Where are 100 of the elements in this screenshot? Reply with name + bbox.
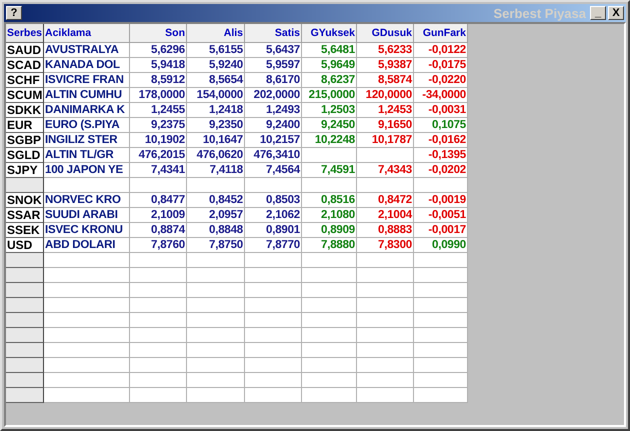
table-cell: 1,2493 xyxy=(245,103,302,118)
table-cell: EUR xyxy=(6,118,44,133)
table-cell: 0,0990 xyxy=(414,238,468,253)
table-cell: 5,6233 xyxy=(357,43,414,58)
table-cell: -0,0017 xyxy=(414,223,468,238)
help-button[interactable]: ? xyxy=(6,6,22,20)
table-cell: 9,2375 xyxy=(130,118,187,133)
table-cell: 10,1647 xyxy=(187,133,245,148)
column-header[interactable]: GunFark xyxy=(414,24,468,43)
table-cell: 0,8874 xyxy=(130,223,187,238)
column-header[interactable]: Satis xyxy=(245,24,302,43)
table-cell: SCAD xyxy=(6,58,44,73)
table-cell: 154,0000 xyxy=(187,88,245,103)
table-cell: SCUM xyxy=(6,88,44,103)
table-cell: 8,5654 xyxy=(187,73,245,88)
table-cell: 9,2400 xyxy=(245,118,302,133)
table-cell: 7,8760 xyxy=(130,238,187,253)
table-cell: 0,1075 xyxy=(414,118,468,133)
table-cell: 1,2453 xyxy=(357,103,414,118)
row-header xyxy=(6,358,44,373)
table-cell: -34,0000 xyxy=(414,88,468,103)
table-cell: 7,8880 xyxy=(302,238,357,253)
table-cell: 7,4564 xyxy=(245,163,302,178)
table-cell: 5,6437 xyxy=(245,43,302,58)
table-cell: 5,9597 xyxy=(245,58,302,73)
table-cell: 215,0000 xyxy=(302,88,357,103)
table-cell: 476,3410 xyxy=(245,148,302,163)
table-cell: SAUD xyxy=(6,43,44,58)
table-cell: 7,8770 xyxy=(245,238,302,253)
row-header xyxy=(6,388,44,403)
table-cell: 0,8472 xyxy=(357,193,414,208)
table-cell: 8,6237 xyxy=(302,73,357,88)
table-cell: 2,0957 xyxy=(187,208,245,223)
table-cell: 8,6170 xyxy=(245,73,302,88)
table-cell: -0,0175 xyxy=(414,58,468,73)
table-cell: ALTIN CUMHU xyxy=(44,88,130,103)
table-cell: 202,0000 xyxy=(245,88,302,103)
column-header[interactable]: GYuksek xyxy=(302,24,357,43)
table-cell: 0,8909 xyxy=(302,223,357,238)
column-header[interactable]: Serbes xyxy=(6,24,44,43)
column-header[interactable]: Alis xyxy=(187,24,245,43)
column-header[interactable]: GDusuk xyxy=(357,24,414,43)
table-cell: ISVICRE FRAN xyxy=(44,73,130,88)
table-cell: 7,8300 xyxy=(357,238,414,253)
table-cell: 0,8901 xyxy=(245,223,302,238)
table-cell: 0,8883 xyxy=(357,223,414,238)
table-cell: 8,5874 xyxy=(357,73,414,88)
table-cell: 9,2350 xyxy=(187,118,245,133)
row-header xyxy=(6,178,44,193)
table-cell: 0,8848 xyxy=(187,223,245,238)
table-cell: 0,8503 xyxy=(245,193,302,208)
table-cell: 5,9418 xyxy=(130,58,187,73)
column-header[interactable]: Aciklama xyxy=(44,24,130,43)
table-cell: SGBP xyxy=(6,133,44,148)
table-cell: 178,0000 xyxy=(130,88,187,103)
column-header[interactable]: Son xyxy=(130,24,187,43)
table-cell: USD xyxy=(6,238,44,253)
table-cell: 5,9387 xyxy=(357,58,414,73)
table-cell: 5,9240 xyxy=(187,58,245,73)
window-title: Serbest Piyasa xyxy=(493,6,586,20)
table-cell: SDKK xyxy=(6,103,44,118)
table-cell: AVUSTRALYA xyxy=(44,43,130,58)
table-cell: EURO (S.PIYA xyxy=(44,118,130,133)
table-cell: 1,2503 xyxy=(302,103,357,118)
table-cell: 5,6155 xyxy=(187,43,245,58)
table-cell: 7,4343 xyxy=(357,163,414,178)
table-cell: 9,1650 xyxy=(357,118,414,133)
table-cell: ABD DOLARI xyxy=(44,238,130,253)
minimize-button[interactable]: _ xyxy=(590,6,606,20)
table-cell: 2,1080 xyxy=(302,208,357,223)
table-cell: -0,0031 xyxy=(414,103,468,118)
table-cell: ALTIN TL/GR xyxy=(44,148,130,163)
table-cell: 10,1787 xyxy=(357,133,414,148)
table-cell: 7,4591 xyxy=(302,163,357,178)
table-cell: 5,9649 xyxy=(302,58,357,73)
table-cell: -0,0019 xyxy=(414,193,468,208)
table-cell: 0,8516 xyxy=(302,193,357,208)
table-cell: 5,6296 xyxy=(130,43,187,58)
table-cell: 2,1062 xyxy=(245,208,302,223)
table-cell: 2,1009 xyxy=(130,208,187,223)
row-header xyxy=(6,343,44,358)
table-cell: 9,2450 xyxy=(302,118,357,133)
table-cell: SJPY xyxy=(6,163,44,178)
table-cell: 7,4341 xyxy=(130,163,187,178)
table-cell: 8,5912 xyxy=(130,73,187,88)
table-cell: 100 JAPON YE xyxy=(44,163,130,178)
table-cell: 2,1004 xyxy=(357,208,414,223)
table-cell: 1,2455 xyxy=(130,103,187,118)
row-header xyxy=(6,253,44,268)
table-cell: KANADA DOL xyxy=(44,58,130,73)
table-cell: SUUDI ARABI xyxy=(44,208,130,223)
table-cell: SSEK xyxy=(6,223,44,238)
close-button[interactable]: X xyxy=(608,6,624,20)
table-cell: SGLD xyxy=(6,148,44,163)
table-cell: 476,0620 xyxy=(187,148,245,163)
table-cell: 0,8452 xyxy=(187,193,245,208)
table-cell: DANIMARKA K xyxy=(44,103,130,118)
row-header xyxy=(6,313,44,328)
table-cell: 10,2248 xyxy=(302,133,357,148)
table-cell: -0,0220 xyxy=(414,73,468,88)
